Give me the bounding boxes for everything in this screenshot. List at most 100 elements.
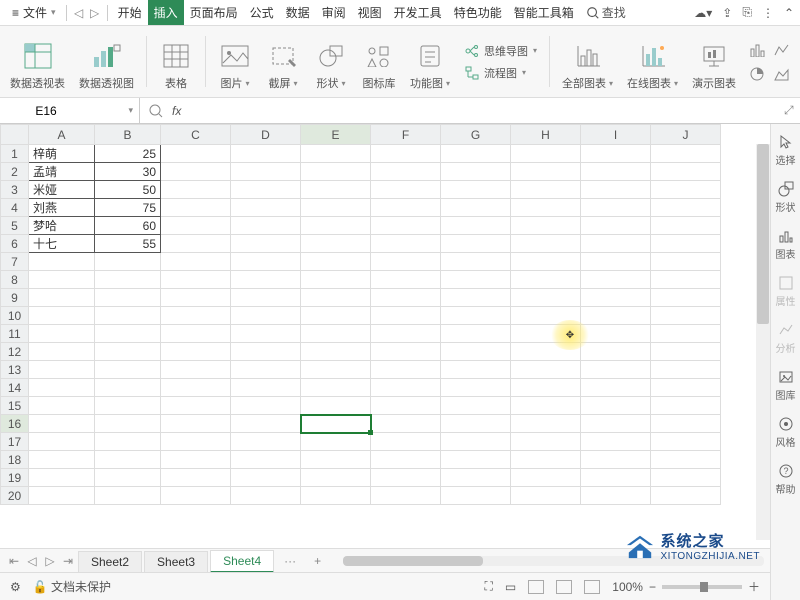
cell-I1[interactable]: [581, 145, 651, 163]
cell-B12[interactable]: [95, 343, 161, 361]
cell-A5[interactable]: 梦哈: [29, 217, 95, 235]
cell-G17[interactable]: [441, 433, 511, 451]
cell-C13[interactable]: [161, 361, 231, 379]
cell-F13[interactable]: [371, 361, 441, 379]
cell-E17[interactable]: [301, 433, 371, 451]
screenshot-button[interactable]: 截屏: [262, 30, 304, 93]
row-header-17[interactable]: 17: [1, 433, 29, 451]
cell-I20[interactable]: [581, 487, 651, 505]
cell-F5[interactable]: [371, 217, 441, 235]
cell-J7[interactable]: [651, 253, 721, 271]
cell-F17[interactable]: [371, 433, 441, 451]
cell-G4[interactable]: [441, 199, 511, 217]
cell-H9[interactable]: [511, 289, 581, 307]
cell-H20[interactable]: [511, 487, 581, 505]
tab-insert[interactable]: 插入: [148, 0, 184, 25]
row-header-4[interactable]: 4: [1, 199, 29, 217]
cell-F8[interactable]: [371, 271, 441, 289]
formula-input[interactable]: [189, 101, 776, 121]
row-header-14[interactable]: 14: [1, 379, 29, 397]
cell-H8[interactable]: [511, 271, 581, 289]
cell-D8[interactable]: [231, 271, 301, 289]
view-pagebreak[interactable]: [556, 580, 572, 594]
cell-C19[interactable]: [161, 469, 231, 487]
cell-B14[interactable]: [95, 379, 161, 397]
table-button[interactable]: 表格: [155, 30, 197, 93]
vertical-scrollbar[interactable]: [756, 144, 770, 540]
tab-next[interactable]: ▷: [42, 554, 58, 568]
cell-D5[interactable]: [231, 217, 301, 235]
cell-E1[interactable]: [301, 145, 371, 163]
cell-reference-input[interactable]: [6, 104, 86, 118]
cell-I3[interactable]: [581, 181, 651, 199]
tab-start[interactable]: 开始: [112, 0, 148, 25]
row-header-16[interactable]: 16: [1, 415, 29, 433]
cell-D10[interactable]: [231, 307, 301, 325]
presentation-chart-button[interactable]: 演示图表: [688, 30, 740, 93]
cell-E2[interactable]: [301, 163, 371, 181]
cell-I8[interactable]: [581, 271, 651, 289]
cell-F11[interactable]: [371, 325, 441, 343]
cell-D2[interactable]: [231, 163, 301, 181]
cell-A10[interactable]: [29, 307, 95, 325]
cell-G2[interactable]: [441, 163, 511, 181]
column-header-D[interactable]: D: [231, 125, 301, 145]
cell-A8[interactable]: [29, 271, 95, 289]
cell-I12[interactable]: [581, 343, 651, 361]
column-header-J[interactable]: J: [651, 125, 721, 145]
cell-D11[interactable]: [231, 325, 301, 343]
spreadsheet-grid[interactable]: ABCDEFGHIJ1梓萌252孟靖303米娅504刘燕755梦哈606十七55…: [0, 124, 770, 540]
row-header-5[interactable]: 5: [1, 217, 29, 235]
cell-A12[interactable]: [29, 343, 95, 361]
fx-label[interactable]: fx: [172, 104, 181, 118]
cell-H13[interactable]: [511, 361, 581, 379]
row-header-3[interactable]: 3: [1, 181, 29, 199]
shapes-button[interactable]: 形状: [310, 30, 352, 93]
cell-J18[interactable]: [651, 451, 721, 469]
cell-J16[interactable]: [651, 415, 721, 433]
pivot-chart-button[interactable]: 数据透视图: [75, 30, 138, 93]
cell-F3[interactable]: [371, 181, 441, 199]
cell-I9[interactable]: [581, 289, 651, 307]
cell-B20[interactable]: [95, 487, 161, 505]
cell-B8[interactable]: [95, 271, 161, 289]
doc-protect-status[interactable]: 🔓 文档未保护: [33, 578, 111, 595]
cell-I11[interactable]: [581, 325, 651, 343]
cell-H5[interactable]: [511, 217, 581, 235]
zoom-control[interactable]: 100% − ＋: [612, 578, 760, 595]
row-header-10[interactable]: 10: [1, 307, 29, 325]
cell-I2[interactable]: [581, 163, 651, 181]
scrollbar-thumb[interactable]: [343, 556, 483, 566]
cell-A2[interactable]: 孟靖: [29, 163, 95, 181]
cell-G7[interactable]: [441, 253, 511, 271]
zoom-out[interactable]: −: [649, 580, 656, 594]
cell-J4[interactable]: [651, 199, 721, 217]
cell-G9[interactable]: [441, 289, 511, 307]
cell-F9[interactable]: [371, 289, 441, 307]
cell-H16[interactable]: [511, 415, 581, 433]
row-header-2[interactable]: 2: [1, 163, 29, 181]
cell-F7[interactable]: [371, 253, 441, 271]
cell-A19[interactable]: [29, 469, 95, 487]
cell-D3[interactable]: [231, 181, 301, 199]
cell-D4[interactable]: [231, 199, 301, 217]
cell-F6[interactable]: [371, 235, 441, 253]
cell-H18[interactable]: [511, 451, 581, 469]
tab-data[interactable]: 数据: [280, 0, 316, 25]
cell-E16[interactable]: [301, 415, 371, 433]
cell-B11[interactable]: [95, 325, 161, 343]
scrollbar-thumb[interactable]: [757, 144, 769, 324]
cell-D13[interactable]: [231, 361, 301, 379]
cell-I17[interactable]: [581, 433, 651, 451]
cell-G20[interactable]: [441, 487, 511, 505]
cell-B17[interactable]: [95, 433, 161, 451]
cell-I4[interactable]: [581, 199, 651, 217]
cell-A14[interactable]: [29, 379, 95, 397]
cell-F16[interactable]: [371, 415, 441, 433]
cell-E5[interactable]: [301, 217, 371, 235]
tab-view[interactable]: 视图: [352, 0, 388, 25]
cell-E4[interactable]: [301, 199, 371, 217]
settings-icon[interactable]: ⚙: [10, 580, 21, 594]
more-icon[interactable]: ⋮: [762, 6, 774, 20]
cell-J2[interactable]: [651, 163, 721, 181]
